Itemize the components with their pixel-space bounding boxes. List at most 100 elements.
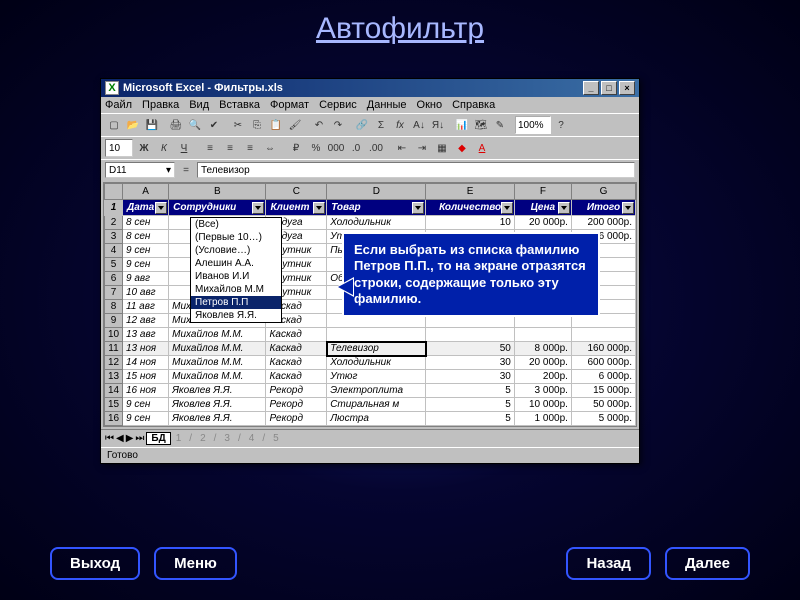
chart-icon[interactable]: 📊 [453, 116, 471, 134]
cell-employee[interactable]: Михайлов М.М. [169, 342, 266, 356]
paste-icon[interactable]: 📋 [267, 116, 285, 134]
cell-total[interactable]: 600 000р. [571, 356, 635, 370]
dropdown-item[interactable]: (Условие…) [191, 244, 281, 257]
cell-date[interactable]: 16 ноя [123, 384, 169, 398]
format-painter-icon[interactable]: 🖌 [286, 116, 304, 134]
name-box[interactable]: D11▾ [105, 162, 175, 178]
spell-icon[interactable]: ✔ [205, 116, 223, 134]
tab-active[interactable]: БД [146, 432, 170, 445]
cell-client[interactable]: Рекорд [266, 384, 327, 398]
menu-format[interactable]: Формат [270, 99, 309, 111]
cell-price[interactable] [514, 328, 571, 342]
cell-price[interactable]: 3 000р. [514, 384, 571, 398]
row-hdr[interactable]: 3 [105, 230, 123, 244]
cell-total[interactable]: 15 000р. [571, 384, 635, 398]
cell-qty[interactable]: 10 [426, 216, 514, 230]
col-E[interactable]: E [426, 184, 514, 200]
row-hdr[interactable]: 7 [105, 286, 123, 300]
row-hdr[interactable]: 14 [105, 384, 123, 398]
tab-nav-prev-icon[interactable]: ◀ [116, 433, 124, 444]
cell-date[interactable]: 12 авг [123, 314, 169, 328]
indent-dec-icon[interactable]: ⇤ [393, 139, 411, 157]
tab-4[interactable]: 4 [246, 433, 258, 444]
cell-qty[interactable] [426, 328, 514, 342]
cell-qty[interactable]: 5 [426, 398, 514, 412]
row-hdr[interactable]: 6 [105, 272, 123, 286]
cell-qty[interactable]: 30 [426, 356, 514, 370]
cell-client[interactable]: Каскад [266, 356, 327, 370]
menu-help[interactable]: Справка [452, 99, 495, 111]
row-hdr[interactable]: 5 [105, 258, 123, 272]
dropdown-item[interactable]: (Первые 10…) [191, 231, 281, 244]
tab-3[interactable]: 3 [221, 433, 233, 444]
cell-client[interactable]: Рекорд [266, 412, 327, 426]
link-icon[interactable]: 🔗 [353, 116, 371, 134]
cell-total[interactable]: 200 000р. [571, 216, 635, 230]
new-icon[interactable]: ▢ [105, 116, 123, 134]
menu-view[interactable]: Вид [189, 99, 209, 111]
tab-1[interactable]: 1 [173, 433, 185, 444]
cell-product[interactable]: Холодильник [327, 216, 426, 230]
indent-inc-icon[interactable]: ⇥ [413, 139, 431, 157]
align-left-icon[interactable]: ≡ [201, 139, 219, 157]
tab-nav-last-icon[interactable]: ⏭ [135, 433, 144, 444]
filter-qty-icon[interactable] [501, 202, 513, 214]
fillcolor-icon[interactable]: ◆ [453, 139, 471, 157]
row-hdr[interactable]: 15 [105, 398, 123, 412]
cell-product[interactable]: Стиральная м [327, 398, 426, 412]
cell-date[interactable]: 9 сен [123, 258, 169, 272]
menu-edit[interactable]: Правка [142, 99, 179, 111]
cell-price[interactable]: 20 000р. [514, 356, 571, 370]
close-button[interactable]: × [619, 81, 635, 95]
row-hdr[interactable]: 11 [105, 342, 123, 356]
cell-employee[interactable]: Яковлев Я.Я. [169, 384, 266, 398]
row-hdr[interactable]: 13 [105, 370, 123, 384]
cell-product[interactable]: Телевизор [327, 342, 426, 356]
dropdown-item[interactable]: Петров П.П [191, 296, 281, 309]
back-button[interactable]: Назад [566, 547, 650, 580]
filter-date-icon[interactable] [155, 202, 167, 214]
tab-2[interactable]: 2 [197, 433, 209, 444]
underline-icon[interactable]: Ч [175, 139, 193, 157]
filter-dropdown[interactable]: (Все)(Первые 10…)(Условие…)Алешин А.А.Ив… [190, 217, 282, 323]
cell-product[interactable]: Утюг [327, 370, 426, 384]
dropdown-item[interactable]: Михайлов М.М [191, 283, 281, 296]
cell-price[interactable]: 20 000р. [514, 216, 571, 230]
cell-product[interactable]: Люстра [327, 412, 426, 426]
cell-product[interactable] [327, 328, 426, 342]
save-icon[interactable]: 💾 [143, 116, 161, 134]
cell-product[interactable]: Электроплита [327, 384, 426, 398]
italic-icon[interactable]: К [155, 139, 173, 157]
dropdown-item[interactable]: Иванов И.И [191, 270, 281, 283]
cell-employee[interactable]: Михайлов М.М. [169, 370, 266, 384]
dropdown-item[interactable]: Алешин А.А. [191, 257, 281, 270]
tab-5[interactable]: 5 [270, 433, 282, 444]
row-hdr[interactable]: 8 [105, 300, 123, 314]
menu-tools[interactable]: Сервис [319, 99, 357, 111]
exit-button[interactable]: Выход [50, 547, 140, 580]
filter-client-icon[interactable] [313, 202, 325, 214]
row-hdr[interactable]: 9 [105, 314, 123, 328]
cell-total[interactable] [571, 328, 635, 342]
copy-icon[interactable]: ⎘ [248, 116, 266, 134]
cell-product[interactable]: Холодильник [327, 356, 426, 370]
map-icon[interactable]: 🗺 [472, 116, 490, 134]
row-hdr[interactable]: 16 [105, 412, 123, 426]
cell-qty[interactable]: 5 [426, 384, 514, 398]
currency-icon[interactable]: ₽ [287, 139, 305, 157]
maximize-button[interactable]: □ [601, 81, 617, 95]
row-1[interactable]: 1 [105, 200, 123, 216]
row-hdr[interactable]: 12 [105, 356, 123, 370]
col-D[interactable]: D [327, 184, 426, 200]
minimize-button[interactable]: _ [583, 81, 599, 95]
cell-date[interactable]: 9 сен [123, 398, 169, 412]
formula-input[interactable]: Телевизор [197, 162, 635, 178]
row-hdr[interactable]: 2 [105, 216, 123, 230]
open-icon[interactable]: 📂 [124, 116, 142, 134]
menu-window[interactable]: Окно [417, 99, 443, 111]
cell-date[interactable]: 9 сен [123, 412, 169, 426]
fx-equals-icon[interactable]: = [179, 162, 193, 178]
cell-date[interactable]: 8 сен [123, 230, 169, 244]
zoom-box[interactable]: 100% [515, 116, 551, 134]
cell-price[interactable]: 1 000р. [514, 412, 571, 426]
